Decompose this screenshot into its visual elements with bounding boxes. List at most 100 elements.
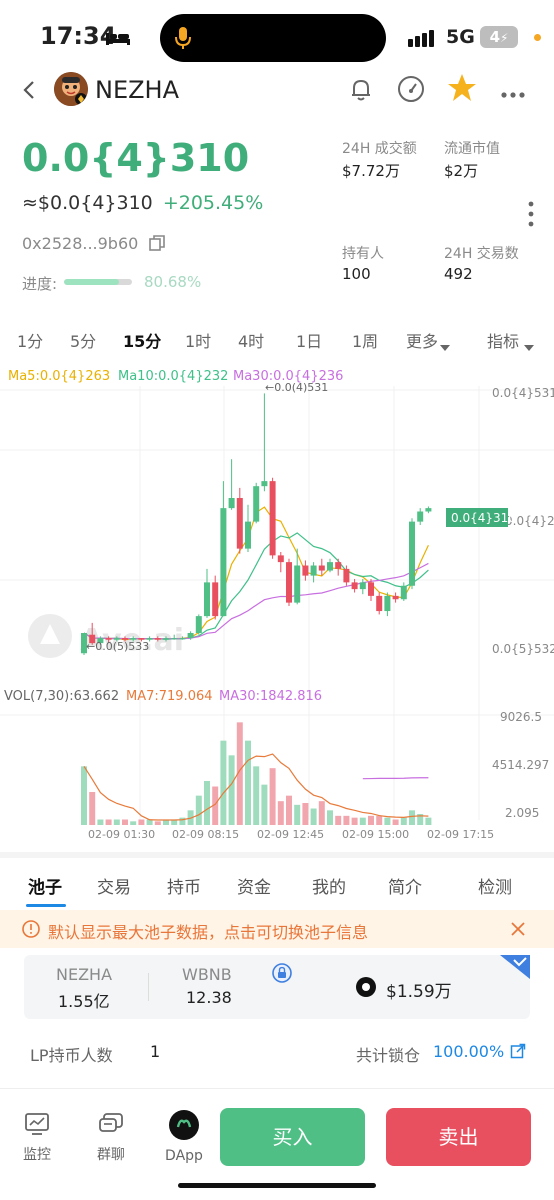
volume-bar xyxy=(327,810,333,825)
back-icon[interactable] xyxy=(18,76,42,104)
token-title: NEZHA xyxy=(95,76,180,104)
volume-bar xyxy=(286,795,292,825)
star-icon[interactable] xyxy=(446,72,478,104)
candle-body xyxy=(253,486,260,522)
candle-body xyxy=(269,481,276,556)
tab-1d[interactable]: 1日 xyxy=(296,328,322,352)
volume-bar xyxy=(261,784,268,825)
tab-check[interactable]: 检测 xyxy=(478,873,512,898)
volume-legend-vol: VOL(7,30):63.662 xyxy=(4,689,119,704)
volume-bar xyxy=(154,821,161,825)
more-icon[interactable] xyxy=(500,84,526,98)
lock-total-value[interactable]: 100.00% xyxy=(433,1042,504,1061)
volume-bar xyxy=(368,815,374,825)
tab-1w[interactable]: 1周 xyxy=(352,328,378,352)
battery-level: 4 xyxy=(489,28,500,46)
gauge-icon[interactable] xyxy=(396,74,426,104)
pool-card[interactable]: NEZHA 1.55亿 WBNB 12.38 $1.59万 xyxy=(24,955,530,1019)
tab-active-indicator xyxy=(26,904,66,907)
candle-body xyxy=(277,555,284,563)
volume-axis-mid: 4514.297 xyxy=(492,758,549,772)
candle-body xyxy=(179,638,186,640)
indicator-caret-icon xyxy=(524,336,534,351)
tab-1m[interactable]: 1分 xyxy=(17,328,43,352)
tab-trades[interactable]: 交易 xyxy=(97,873,131,898)
volume-bar xyxy=(245,740,251,825)
candle-body xyxy=(384,595,391,612)
volume-bar xyxy=(195,795,202,825)
candle-body xyxy=(163,638,169,640)
close-icon[interactable] xyxy=(510,921,526,937)
volume-bar xyxy=(392,819,399,825)
stat-vol-label: 24H 成交额 xyxy=(342,141,417,157)
volume-bar xyxy=(318,801,325,825)
volume-legend-ma30: MA30:1842.816 xyxy=(219,689,322,704)
candle-body xyxy=(327,562,333,571)
candle-body xyxy=(400,585,407,600)
candle-body xyxy=(343,568,350,583)
buy-button[interactable]: 买入 xyxy=(220,1108,365,1166)
nav-dapp[interactable]: DApp xyxy=(164,1110,204,1166)
volume-bar xyxy=(302,803,309,825)
lp-holders-value: 1 xyxy=(150,1042,161,1061)
tab-more[interactable]: 更多 xyxy=(406,328,438,352)
candle-body xyxy=(392,595,399,600)
progress-bar xyxy=(64,279,132,285)
x-label-3: 02-09 15:00 xyxy=(342,828,409,841)
nav-monitor-label: 监控 xyxy=(23,1147,51,1163)
volume-bar xyxy=(351,817,358,825)
volume-bar xyxy=(335,815,342,825)
volume-bar xyxy=(310,808,317,825)
stat-tx-value: 492 xyxy=(444,265,473,283)
tab-5m[interactable]: 5分 xyxy=(70,328,96,352)
tab-4h[interactable]: 4时 xyxy=(238,328,264,352)
section-divider xyxy=(0,852,554,858)
candlestick-chart[interactable]: Ave.ai Ma5:0.0{4}263 Ma10:0.0{4}232 Ma30… xyxy=(0,360,554,850)
candle-body xyxy=(154,638,161,640)
token-logo xyxy=(54,72,88,106)
microphone-icon xyxy=(175,27,191,49)
candle-body xyxy=(261,481,268,487)
tab-pool[interactable]: 池子 xyxy=(28,873,62,898)
tab-15m[interactable]: 15分 xyxy=(123,328,161,352)
notice-bar[interactable]: 默认显示最大池子数据，点击可切换池子信息 xyxy=(0,910,554,948)
lock-icon xyxy=(272,963,292,983)
stat-tx-label: 24H 交易数 xyxy=(444,246,519,262)
nav-monitor[interactable]: 监控 xyxy=(20,1112,54,1164)
tab-funds[interactable]: 资金 xyxy=(237,873,271,898)
current-price-text: 0.0{4}310 xyxy=(451,511,516,525)
more-vertical-icon[interactable] xyxy=(526,200,536,230)
external-link-icon[interactable] xyxy=(510,1043,526,1059)
candle-body xyxy=(302,565,309,576)
candle-body xyxy=(335,562,342,569)
volume-axis-bottom: 2.095 xyxy=(505,806,539,820)
tab-holdings[interactable]: 持币 xyxy=(167,873,201,898)
tab-intro[interactable]: 简介 xyxy=(388,873,422,898)
pool-token-amount: 1.55亿 xyxy=(58,992,110,1011)
copy-icon[interactable] xyxy=(148,234,166,252)
candle-body xyxy=(359,582,366,590)
price-change: +205.45% xyxy=(162,192,264,214)
chat-icon xyxy=(99,1113,123,1132)
status-bar: 17:34 5G 4⚡ xyxy=(0,0,554,70)
tab-1h[interactable]: 1时 xyxy=(185,328,211,352)
volume-bar xyxy=(97,819,104,825)
candle-body xyxy=(310,565,317,576)
notice-text: 默认显示最大池子数据，点击可切换池子信息 xyxy=(48,923,369,942)
bell-icon[interactable] xyxy=(346,74,376,104)
volume-axis-top: 9026.5 xyxy=(500,710,542,724)
volume-bar xyxy=(105,819,112,825)
x-label-1: 02-09 08:15 xyxy=(172,828,239,841)
volume-bar xyxy=(359,817,366,825)
tab-mine[interactable]: 我的 xyxy=(312,873,346,898)
volume-bar xyxy=(425,817,432,825)
nav-group[interactable]: 群聊 xyxy=(94,1112,128,1164)
home-indicator xyxy=(178,1183,376,1188)
candle-body xyxy=(212,582,219,617)
candle-body xyxy=(318,565,325,571)
volume-bar xyxy=(343,815,350,825)
sell-button[interactable]: 卖出 xyxy=(386,1108,531,1166)
volume-bar xyxy=(384,817,391,825)
price-usd: ≈$0.0{4}310 +205.45% xyxy=(22,192,263,214)
tab-indicator[interactable]: 指标 xyxy=(487,328,519,352)
